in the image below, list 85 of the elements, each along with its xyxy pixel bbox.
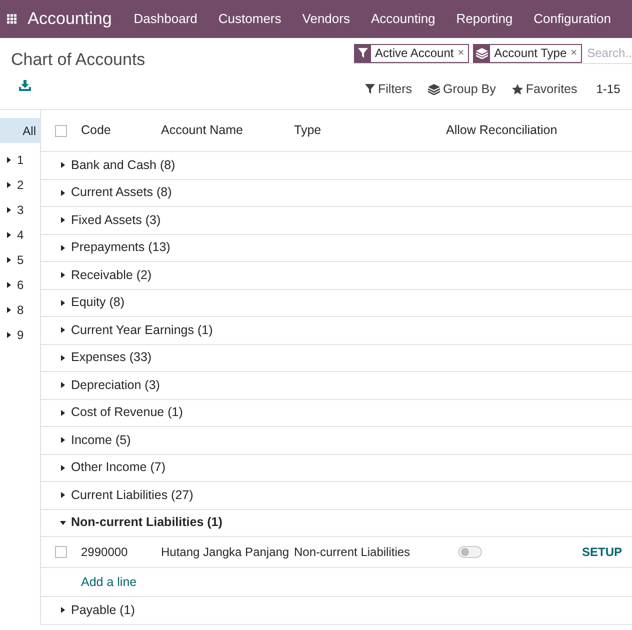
group-row[interactable]: Current Liabilities (27) (41, 482, 632, 510)
category-item[interactable]: 4 (0, 222, 40, 247)
filter-icon (365, 84, 375, 94)
caret-icon (6, 332, 12, 338)
caret-icon (60, 190, 66, 196)
toolbar-button[interactable]: Filters (365, 80, 412, 99)
caret-icon (60, 520, 66, 526)
caret-icon (60, 217, 66, 224)
group-row[interactable]: Equity (8) (41, 290, 632, 317)
column-header[interactable]: Code (81, 121, 161, 140)
add-line-link[interactable]: Add a line (81, 572, 137, 592)
column-header[interactable]: Allow Reconciliation (446, 121, 596, 140)
facet-label: Active Account (374, 45, 455, 62)
group-row[interactable]: Other Income (7) (41, 454, 632, 482)
caret-icon (60, 300, 66, 306)
caret-icon (60, 464, 66, 471)
caret-icon (60, 327, 66, 334)
menu-item[interactable]: Reporting (456, 9, 513, 29)
search-facet[interactable]: Active Account × (354, 44, 470, 62)
setup-button[interactable]: SETUP (582, 543, 622, 561)
caret-icon (6, 182, 12, 188)
category-item[interactable]: 9 (0, 322, 40, 347)
search-field[interactable]: Search... (587, 44, 632, 62)
category-item[interactable]: 5 (0, 247, 40, 272)
caret-icon (60, 607, 66, 614)
group-row[interactable]: Depreciation (3) (41, 372, 632, 400)
group-row[interactable]: Prepayments (13) (41, 234, 632, 262)
checkbox[interactable] (55, 546, 67, 558)
search-facet[interactable]: Account Type × (473, 44, 582, 62)
page-title: Chart of Accounts (11, 49, 146, 71)
group-row[interactable]: Cost of Revenue (1) (41, 400, 632, 427)
facet-label: Account Type (493, 45, 568, 62)
category-item[interactable]: 6 (0, 272, 40, 297)
category-item[interactable]: 8 (0, 297, 40, 322)
caret-icon (60, 382, 66, 388)
group-row[interactable]: Expenses (33) (41, 344, 632, 372)
apps-menu-icon[interactable] (7, 13, 17, 25)
toolbar-button[interactable]: Group By (428, 80, 496, 99)
caret-icon (6, 206, 12, 212)
group-row[interactable]: Fixed Assets (3) (41, 207, 632, 234)
category-item[interactable]: 3 (0, 197, 40, 222)
menu-item[interactable]: Vendors (302, 9, 350, 29)
caret-icon (6, 282, 12, 288)
filter-icon (358, 48, 368, 58)
group-row[interactable]: Receivable (2) (41, 262, 632, 290)
caret-icon (6, 156, 12, 162)
caret-icon (60, 354, 66, 361)
category-item[interactable]: All (0, 118, 40, 143)
menu-item[interactable]: Customers (218, 9, 282, 29)
menu-item[interactable]: Configuration (534, 9, 611, 29)
group-row[interactable]: Payable (1) (41, 597, 632, 624)
menu-item[interactable]: Accounting (370, 9, 436, 29)
download-icon[interactable] (19, 80, 31, 91)
layers-icon (476, 48, 488, 58)
checkbox[interactable] (55, 124, 67, 136)
pager-value[interactable]: 1-15 (596, 80, 620, 98)
category-item[interactable]: 1 (0, 147, 40, 172)
caret-icon (60, 162, 66, 168)
menu-item[interactable]: Dashboard (134, 9, 198, 29)
caret-icon (60, 272, 66, 278)
layers-icon (428, 84, 440, 95)
column-header[interactable]: Account Name (161, 121, 294, 140)
caret-icon (60, 437, 66, 444)
group-row[interactable]: Non-current Liabilities (1) (41, 510, 632, 537)
group-row[interactable]: Income (5) (41, 427, 632, 454)
reconcile-toggle[interactable] (458, 546, 482, 558)
category-item[interactable]: 2 (0, 172, 40, 197)
caret-icon (60, 244, 66, 251)
group-row[interactable]: Bank and Cash (8) (41, 152, 632, 180)
group-row[interactable]: Current Year Earnings (1) (41, 317, 632, 344)
caret-icon (60, 410, 66, 416)
remove-facet-button[interactable]: × (458, 44, 468, 62)
column-header[interactable]: Type (294, 121, 446, 140)
caret-icon (6, 256, 12, 262)
app-title[interactable]: Accounting (28, 6, 112, 32)
star-icon (512, 84, 523, 95)
caret-icon (60, 492, 66, 498)
table-cell-text: Non-current Liabilities (294, 544, 412, 561)
remove-facet-button[interactable]: × (570, 44, 582, 62)
caret-icon (6, 232, 12, 238)
toolbar-button[interactable]: Favorites (512, 80, 578, 99)
caret-icon (6, 306, 12, 312)
table-cell-text: Hutang Jangka Panjang (161, 544, 290, 561)
group-row[interactable]: Current Assets (8) (41, 180, 632, 207)
table-cell-text: 2990000 (81, 544, 129, 561)
